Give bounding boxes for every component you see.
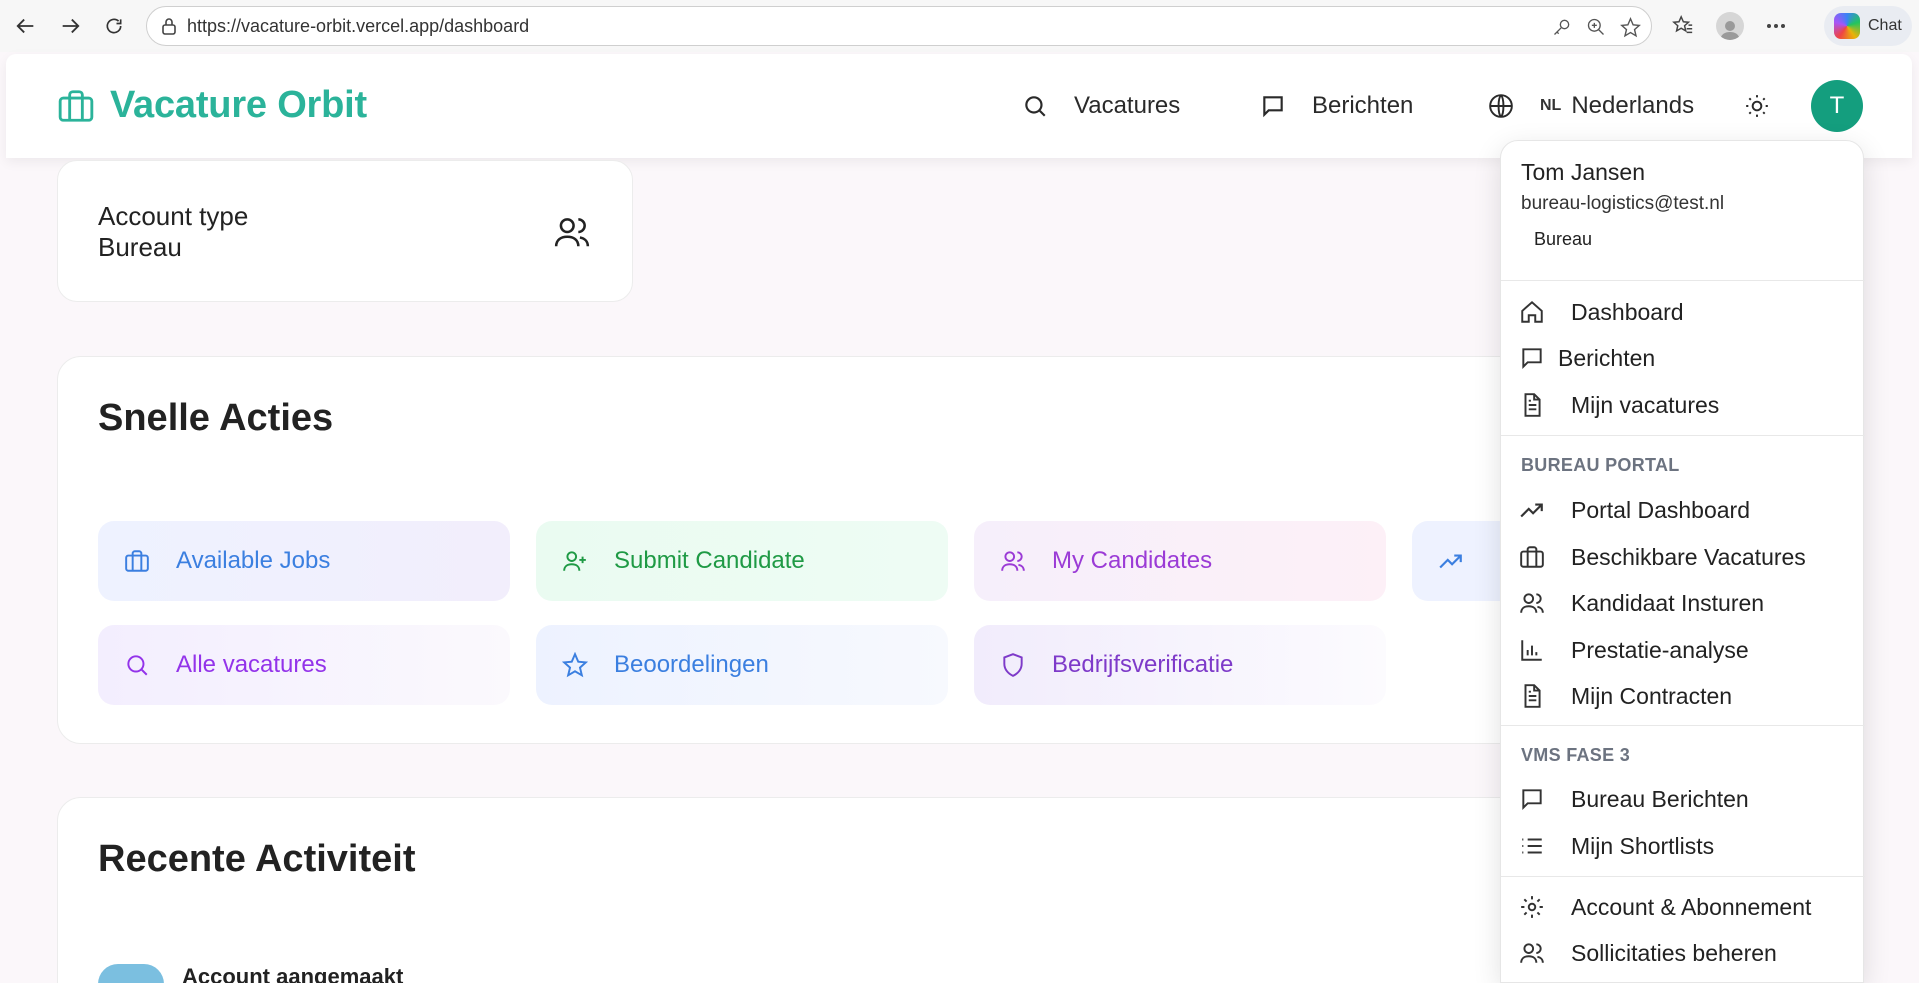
- quick-action-beoordelingen[interactable]: Beoordelingen: [536, 625, 948, 705]
- quick-actions-section: Snelle Acties Available Jobs Submit Cand…: [57, 356, 1657, 744]
- browser-toolbar: https://vacature-orbit.vercel.app/dashbo…: [0, 0, 1919, 52]
- copilot-icon: [1834, 13, 1860, 39]
- quick-action-alle-vacatures[interactable]: Alle vacatures: [98, 625, 510, 705]
- search-icon: [1025, 96, 1046, 117]
- recent-activity-section: Recente Activiteit Account aangemaakt: [57, 797, 1657, 983]
- more-icon[interactable]: [1766, 23, 1786, 29]
- message-icon: [1522, 789, 1542, 811]
- dropdown-divider: [1501, 435, 1865, 436]
- trending-up-icon: [1439, 554, 1462, 569]
- nav-berichten-label: Berichten: [1312, 92, 1414, 119]
- favorites-icon[interactable]: [1672, 15, 1694, 37]
- dropdown-user-role: Bureau: [1534, 229, 1593, 249]
- activity-item-title: Account aangemaakt: [182, 964, 404, 983]
- dropdown-divider: [1501, 876, 1865, 877]
- section-bureau-portal: BUREAU PORTAL: [1521, 455, 1680, 475]
- quick-action-available-jobs[interactable]: Available Jobs: [98, 521, 510, 601]
- language-code: NL: [1540, 97, 1562, 114]
- menu-item-mijn-vacatures[interactable]: Mijn vacatures: [1519, 385, 1719, 425]
- menu-item-berichten[interactable]: Berichten: [1519, 338, 1655, 378]
- list-icon: [1522, 838, 1542, 854]
- logo-text: Vacature Orbit: [110, 84, 367, 126]
- briefcase-icon: [1520, 546, 1544, 568]
- back-button[interactable]: [4, 4, 48, 48]
- recent-activity-title: Recente Activiteit: [98, 838, 416, 880]
- dropdown-user-name: Tom Jansen: [1521, 159, 1646, 185]
- users-icon: [1520, 943, 1544, 963]
- arrow-right-icon: [62, 18, 80, 34]
- briefcase-icon: [125, 550, 149, 572]
- bar-chart-icon: [1521, 640, 1542, 661]
- quick-action-bedrijfsverificatie[interactable]: Bedrijfsverificatie: [974, 625, 1386, 705]
- chat-label: Chat: [1868, 17, 1902, 34]
- quick-action-my-candidates[interactable]: My Candidates: [974, 521, 1386, 601]
- section-vms-fase-3: VMS FASE 3: [1521, 745, 1631, 765]
- menu-item-dashboard[interactable]: Dashboard: [1519, 292, 1684, 332]
- message-icon: [1522, 348, 1542, 370]
- search-icon: [127, 655, 148, 676]
- briefcase-icon: [58, 89, 94, 122]
- dropdown-divider: [1501, 280, 1865, 281]
- forward-button[interactable]: [48, 4, 92, 48]
- users-icon: [1520, 593, 1544, 613]
- zoom-icon[interactable]: [1586, 17, 1606, 37]
- shield-icon: [1003, 653, 1023, 677]
- menu-item-bureau-berichten[interactable]: Bureau Berichten: [1519, 779, 1749, 819]
- star-outline-icon[interactable]: [1620, 16, 1641, 38]
- quick-actions-title: Snelle Acties: [98, 397, 334, 439]
- message-icon: [1263, 96, 1283, 118]
- globe-icon: [1489, 94, 1513, 118]
- user-plus-icon: [563, 551, 586, 571]
- nav-vacatures-label: Vacatures: [1074, 92, 1181, 119]
- document-icon: [1524, 684, 1541, 708]
- account-type-value: Bureau: [98, 232, 182, 262]
- language-label: Nederlands: [1571, 92, 1695, 119]
- account-type-label: Account type: [98, 201, 249, 231]
- users-icon: [1001, 551, 1025, 571]
- logo[interactable]: Vacature Orbit: [56, 84, 367, 127]
- key-icon[interactable]: [1552, 17, 1572, 37]
- refresh-icon: [106, 18, 122, 34]
- gear-icon: [1521, 896, 1543, 918]
- home-icon: [1521, 300, 1543, 323]
- copilot-chat-button[interactable]: Chat: [1824, 6, 1912, 46]
- nav-vacatures[interactable]: Vacatures: [1022, 54, 1180, 158]
- nav-berichten[interactable]: Berichten: [1260, 54, 1413, 158]
- menu-item-sollicitaties-beheren[interactable]: Sollicitaties beheren: [1519, 933, 1777, 973]
- activity-avatar: [98, 964, 164, 983]
- star-icon: [562, 652, 588, 678]
- menu-item-account-abonnement[interactable]: Account & Abonnement: [1519, 887, 1811, 927]
- sun-icon: [1746, 95, 1768, 117]
- browser-profile-icon[interactable]: [1716, 12, 1744, 40]
- address-bar[interactable]: https://vacature-orbit.vercel.app/dashbo…: [146, 6, 1652, 46]
- user-avatar[interactable]: T: [1811, 80, 1863, 132]
- refresh-button[interactable]: [92, 4, 136, 48]
- document-icon: [1524, 393, 1541, 417]
- menu-item-mijn-shortlists[interactable]: Mijn Shortlists: [1519, 826, 1714, 866]
- dropdown-user-email: bureau-logistics@test.nl: [1521, 193, 1725, 214]
- arrow-left-icon: [16, 18, 34, 34]
- lock-icon: [162, 18, 176, 35]
- trending-up-icon: [1520, 503, 1543, 518]
- account-type-card: Account type Bureau: [57, 160, 633, 302]
- dropdown-divider: [1501, 725, 1865, 726]
- menu-item-mijn-contracten[interactable]: Mijn Contracten: [1519, 676, 1732, 716]
- user-dropdown-menu: Tom Jansen bureau-logistics@test.nl Bure…: [1500, 140, 1865, 983]
- quick-action-submit-candidate[interactable]: Submit Candidate: [536, 521, 948, 601]
- url-text: https://vacature-orbit.vercel.app/dashbo…: [187, 15, 530, 36]
- menu-item-beschikbare-vacatures[interactable]: Beschikbare Vacatures: [1519, 537, 1806, 577]
- menu-item-kandidaat-insturen[interactable]: Kandidaat Insturen: [1519, 583, 1764, 623]
- menu-item-portal-dashboard[interactable]: Portal Dashboard: [1519, 490, 1750, 530]
- users-icon: [554, 218, 590, 247]
- menu-item-prestatie-analyse[interactable]: Prestatie-analyse: [1519, 630, 1749, 670]
